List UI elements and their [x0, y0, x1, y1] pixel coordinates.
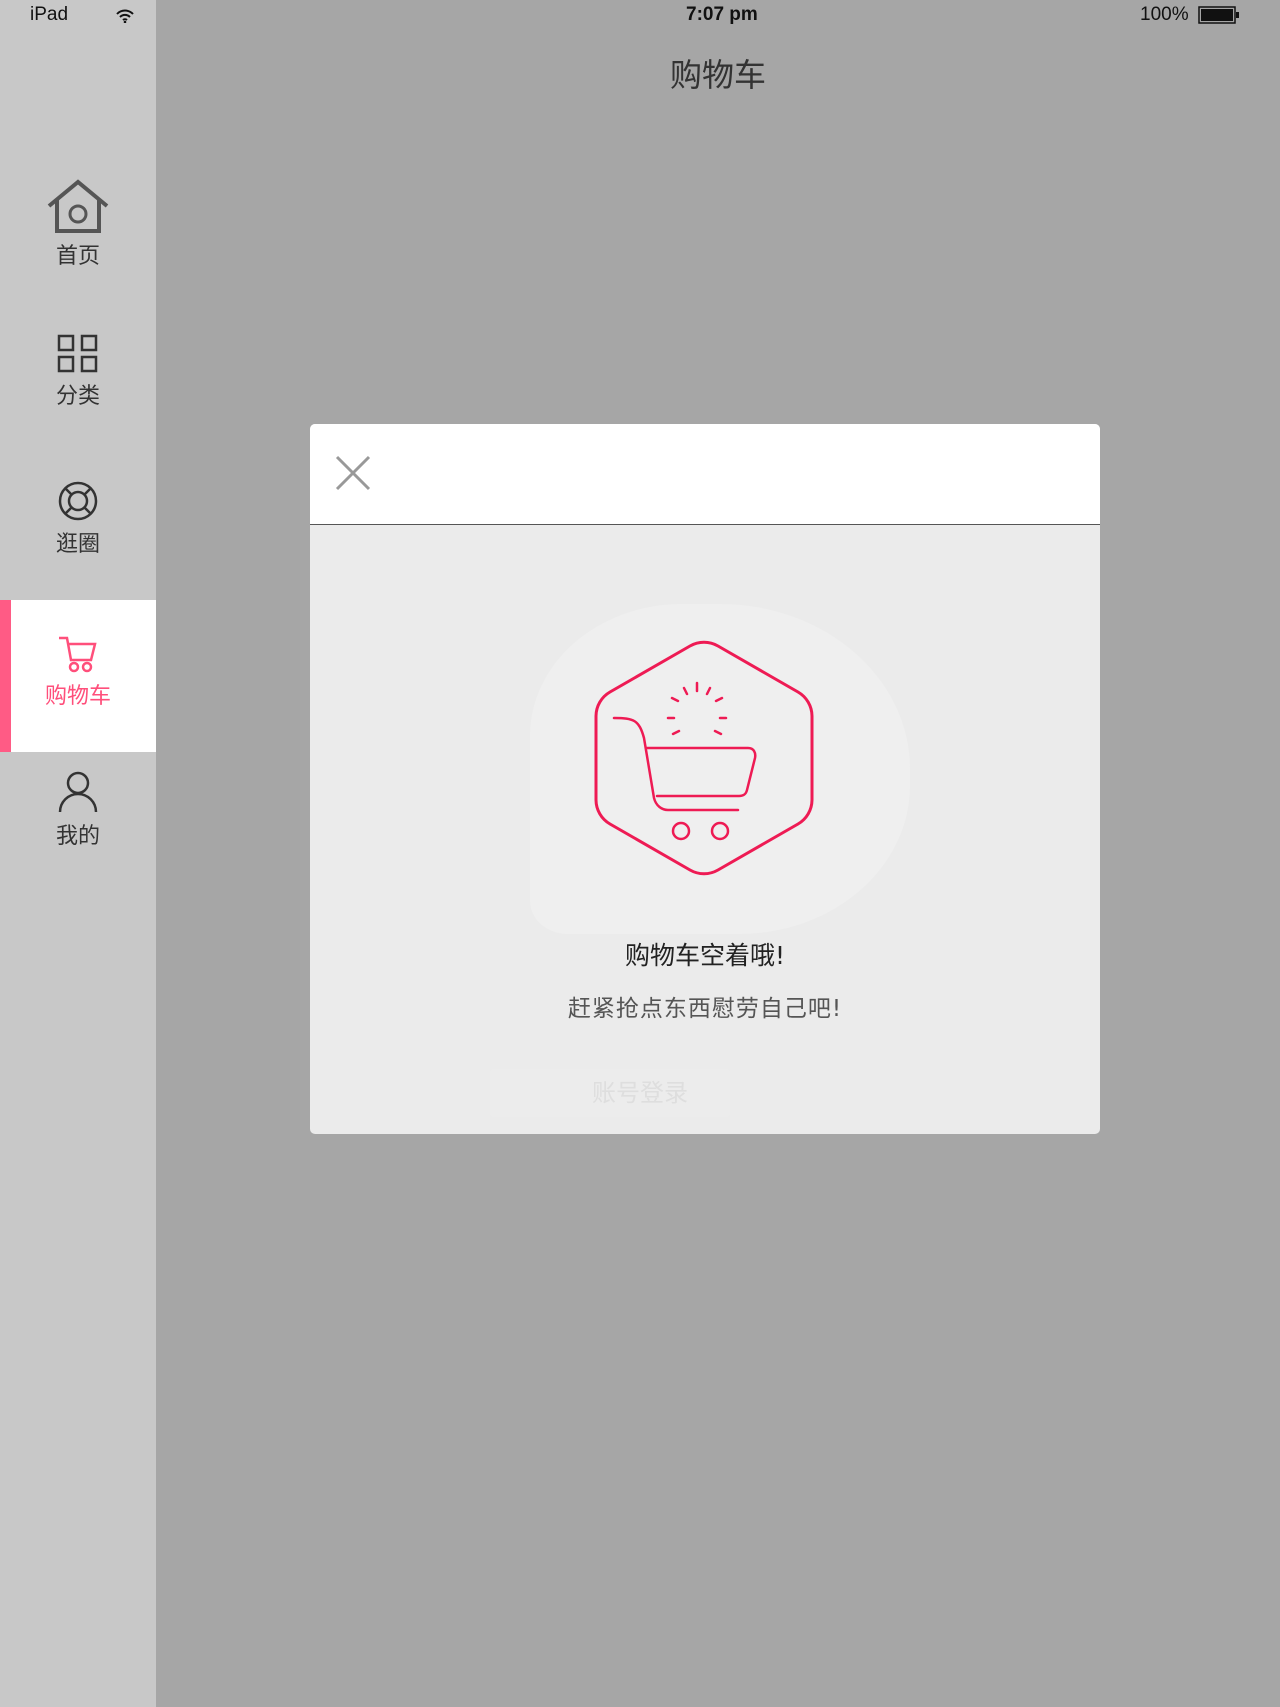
- dialog-header: [310, 424, 1100, 525]
- close-icon[interactable]: [334, 454, 372, 492]
- sidebar-item-circle[interactable]: 逛圈: [0, 480, 156, 558]
- empty-cart-subtitle: 赶紧抢点东西慰劳自己吧!: [567, 996, 843, 1022]
- lifebuoy-icon: [58, 481, 98, 521]
- sidebar-item-label: 分类: [55, 384, 100, 409]
- sidebar-item-mine[interactable]: 我的: [0, 770, 156, 850]
- empty-cart-dialog: 账号登录 购物车空着哦! 赶紧抢点东西慰劳自己吧!: [310, 424, 1100, 1134]
- sidebar: iPad 首页 分类 逛圈 购物车 我的: [0, 0, 156, 1707]
- battery-percent: 100%: [1140, 4, 1189, 25]
- empty-cart-title: 购物车空着哦!: [624, 941, 786, 970]
- sidebar-item-label: 首页: [55, 244, 100, 269]
- sidebar-item-category[interactable]: 分类: [0, 334, 156, 410]
- status-time: 7:07 pm: [686, 4, 758, 25]
- sidebar-item-label: 逛圈: [55, 532, 100, 557]
- empty-cart-hexagon-icon: [594, 640, 814, 876]
- background-login-button: 账号登录: [490, 1069, 730, 1117]
- sidebar-item-label: 我的: [55, 824, 100, 849]
- wifi-icon: [116, 9, 134, 23]
- sidebar-item-cart[interactable]: 购物车: [0, 600, 156, 752]
- device-label: iPad: [30, 4, 69, 25]
- sidebar-item-label: 购物车: [44, 684, 111, 709]
- page-title: 购物车: [669, 56, 766, 94]
- home-icon: [47, 179, 109, 233]
- sidebar-item-home[interactable]: 首页: [0, 178, 156, 270]
- cart-icon: [59, 636, 97, 673]
- user-icon: [58, 771, 98, 813]
- battery-icon: [1198, 6, 1239, 24]
- grid-icon: [57, 334, 98, 373]
